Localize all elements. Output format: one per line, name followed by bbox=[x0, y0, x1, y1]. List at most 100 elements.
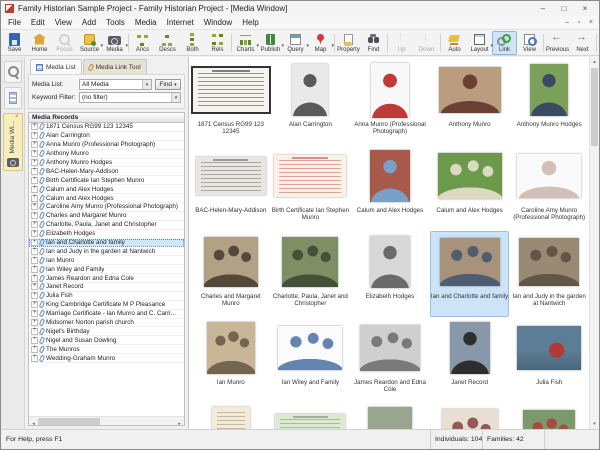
media-record-item[interactable]: Ian and Judy in the garden at Nantwich bbox=[29, 247, 184, 256]
media-record-item[interactable]: King Cambridge Certificate M P Pleasance bbox=[29, 301, 184, 310]
media-record-item[interactable]: Anthony Munro Hodges bbox=[29, 159, 184, 168]
media-thumbnail-cell[interactable]: Calum and Alex Hodges bbox=[430, 145, 510, 231]
media-record-item[interactable]: Charlotte, Paula, Janet and Christopher bbox=[29, 221, 184, 230]
media-record-item[interactable]: Alan Carrington bbox=[29, 132, 184, 141]
menu-help[interactable]: Help bbox=[237, 18, 263, 27]
scroll-up-icon[interactable] bbox=[590, 57, 599, 67]
menu-window[interactable]: Window bbox=[199, 18, 237, 27]
media-thumbnail-cell[interactable]: Ian Wiley and Family bbox=[271, 317, 351, 403]
expand-plus-icon[interactable] bbox=[31, 239, 38, 246]
scroll-left-icon[interactable] bbox=[29, 412, 38, 426]
expand-plus-icon[interactable] bbox=[31, 230, 38, 237]
expand-plus-icon[interactable] bbox=[31, 292, 38, 299]
scrollbar-thumb[interactable] bbox=[591, 68, 598, 146]
tab-media-link-tool[interactable]: Media Link Tool bbox=[83, 59, 147, 74]
media-thumbnail-cell[interactable]: 1871 Census RG99 123 12345 bbox=[191, 59, 271, 145]
media-thumbnail-cell[interactable]: James Reardon and Edna Cole bbox=[350, 317, 430, 403]
media-record-item[interactable]: 1871 Census RG99 123 12345 bbox=[29, 123, 184, 132]
expand-plus-icon[interactable] bbox=[31, 283, 38, 290]
media-record-item[interactable]: The Munros bbox=[29, 345, 184, 354]
media-thumbnail-cell[interactable]: Anna Munro (Professional Photograph) bbox=[350, 59, 430, 145]
toolbar-button-previous[interactable]: Previous bbox=[545, 31, 570, 55]
dropdown-arrow-icon[interactable] bbox=[490, 34, 493, 52]
find-button[interactable]: Find bbox=[155, 79, 181, 90]
expand-plus-icon[interactable] bbox=[31, 328, 38, 335]
expand-plus-icon[interactable] bbox=[31, 355, 38, 362]
toolbar-button-descs[interactable]: Descs bbox=[155, 31, 180, 55]
media-record-item[interactable]: Julia Fish bbox=[29, 292, 184, 301]
toolbar-button-map[interactable]: Map bbox=[308, 31, 333, 55]
media-record-item[interactable]: Birth Certificate Ian Stephen Munro bbox=[29, 176, 184, 185]
media-thumbnail-cell[interactable]: Anthony Munro bbox=[430, 59, 510, 145]
toolbar-button-publish[interactable]: Publish bbox=[258, 31, 283, 55]
expand-plus-icon[interactable] bbox=[31, 123, 38, 130]
toolbar-button-view[interactable]: View bbox=[517, 31, 542, 55]
expand-plus-icon[interactable] bbox=[31, 337, 38, 344]
expand-plus-icon[interactable] bbox=[31, 186, 38, 193]
expand-plus-icon[interactable] bbox=[31, 159, 38, 166]
toolbar-button-focus[interactable]: Focus bbox=[52, 31, 77, 55]
mdi-close-button[interactable]: × bbox=[586, 19, 596, 26]
menu-media[interactable]: Media bbox=[130, 18, 162, 27]
media-record-item[interactable]: Calum and Alex Hodges bbox=[29, 185, 184, 194]
maximize-button[interactable]: □ bbox=[554, 2, 574, 15]
menu-tools[interactable]: Tools bbox=[101, 18, 130, 27]
scroll-down-icon[interactable] bbox=[590, 419, 599, 429]
expand-plus-icon[interactable] bbox=[31, 310, 38, 317]
media-record-item[interactable]: Caroline Amy Munro (Professional Photogr… bbox=[29, 203, 184, 212]
media-record-item[interactable]: Calum and Alex Hodges bbox=[29, 194, 184, 203]
menu-file[interactable]: File bbox=[3, 18, 26, 27]
scrollbar-thumb[interactable] bbox=[38, 418, 100, 425]
tab-close-icon[interactable]: × bbox=[15, 114, 19, 120]
expand-plus-icon[interactable] bbox=[31, 266, 38, 273]
dropdown-arrow-icon[interactable] bbox=[306, 34, 309, 52]
media-record-item[interactable]: Midsomer Norton parish church bbox=[29, 319, 184, 328]
media-record-item[interactable]: BAC-Helen-Mary-Addison bbox=[29, 167, 184, 176]
media-record-item[interactable]: Ian Munro bbox=[29, 256, 184, 265]
toolbar-button-find[interactable]: Find bbox=[361, 31, 386, 55]
toolbar-button-save[interactable]: Save bbox=[2, 31, 27, 55]
media-thumbnail-cell[interactable]: Charles and Margaret Munro bbox=[191, 231, 271, 317]
media-thumbnail-cell[interactable]: Alan Carrington bbox=[271, 59, 351, 145]
toolbar-button-query[interactable]: Query bbox=[283, 31, 308, 55]
media-thumbnail-cell[interactable]: Marriage Certificate - Ian Munro and C. … bbox=[271, 403, 351, 429]
vertical-scrollbar[interactable] bbox=[589, 57, 599, 429]
expand-plus-icon[interactable] bbox=[31, 141, 38, 148]
records-tool-icon[interactable] bbox=[4, 87, 22, 109]
media-thumbnail-cell[interactable]: Calum and Alex Hodges bbox=[350, 145, 430, 231]
dropdown-arrow-icon[interactable] bbox=[256, 34, 259, 52]
media-thumbnail-cell[interactable]: Midsomer Norton parish church bbox=[350, 403, 430, 429]
toolbar-button-next[interactable]: Next bbox=[570, 31, 595, 55]
expand-plus-icon[interactable] bbox=[31, 221, 38, 228]
toolbar-button-property[interactable]: Property bbox=[336, 31, 361, 55]
media-thumbnail-cell[interactable]: Anthony Munro Hodges bbox=[509, 59, 589, 145]
scroll-right-icon[interactable] bbox=[175, 412, 184, 426]
toolbar-button-link[interactable]: Link bbox=[492, 31, 517, 55]
media-record-item[interactable]: James Reardon and Edna Cole bbox=[29, 274, 184, 283]
media-thumbnail-cell[interactable]: Nigel's Birthday bbox=[430, 403, 510, 429]
expand-plus-icon[interactable] bbox=[31, 319, 38, 326]
media-thumbnail-cell[interactable]: BAC-Helen-Mary-Addison bbox=[191, 145, 271, 231]
media-record-item[interactable]: Anthony Munro bbox=[29, 150, 184, 159]
mdi-restore-button[interactable]: ▫ bbox=[574, 19, 584, 26]
toolbar-button-source[interactable]: Source bbox=[77, 31, 102, 55]
media-record-item[interactable]: Elizabeth Hodges bbox=[29, 230, 184, 239]
search-tool-icon[interactable] bbox=[4, 61, 22, 83]
expand-plus-icon[interactable] bbox=[31, 168, 38, 175]
media-thumbnail-cell[interactable]: Charlotte, Paula, Janet and Christopher bbox=[271, 231, 351, 317]
toolbar-button-home[interactable]: Home bbox=[27, 31, 52, 55]
media-window-vertical-tab[interactable]: × Media Wi... bbox=[3, 113, 23, 171]
media-thumbnail-cell[interactable]: Julia Fish bbox=[509, 317, 589, 403]
chevron-down-icon[interactable] bbox=[171, 93, 180, 102]
media-thumbnail-cell[interactable]: Elizabeth Hodges bbox=[350, 231, 430, 317]
toolbar-button-up[interactable]: Up bbox=[389, 31, 414, 55]
toolbar-button-down[interactable]: Down bbox=[414, 31, 439, 55]
media-record-item[interactable]: Wedding-Graham Munro bbox=[29, 354, 184, 363]
media-record-item[interactable]: Ian Wiley and Family bbox=[29, 265, 184, 274]
expand-plus-icon[interactable] bbox=[31, 346, 38, 353]
minimize-button[interactable]: – bbox=[533, 2, 553, 15]
menu-internet[interactable]: Internet bbox=[162, 18, 199, 27]
toolbar-button-layout[interactable]: Layout bbox=[467, 31, 492, 55]
expand-plus-icon[interactable] bbox=[31, 248, 38, 255]
toolbar-button-media[interactable]: Media bbox=[102, 31, 127, 55]
